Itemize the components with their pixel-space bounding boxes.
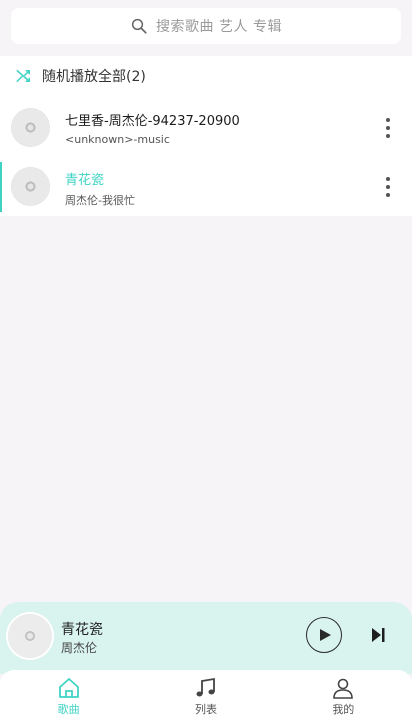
- tab-list[interactable]: 列表: [137, 670, 274, 720]
- more-dot-icon: [386, 126, 390, 130]
- album-disc-icon: [8, 614, 52, 658]
- tab-label: 我的: [332, 703, 355, 716]
- shuffle-all-button[interactable]: 随机播放全部(2): [0, 56, 412, 96]
- active-indicator: [0, 162, 2, 212]
- song-row[interactable]: 七里香-周杰伦-94237-20900 <unknown>-music: [0, 99, 412, 157]
- song-row-active[interactable]: 青花瓷 周杰伦-我很忙: [0, 158, 412, 216]
- search-bar[interactable]: 搜索歌曲 艺人 专辑: [11, 8, 401, 44]
- tab-label: 列表: [194, 703, 217, 716]
- song-subtitle: <unknown>-music: [65, 133, 170, 146]
- more-dot-icon: [386, 118, 390, 122]
- tab-songs[interactable]: 歌曲: [0, 670, 137, 720]
- tab-mine[interactable]: 我的: [275, 670, 412, 720]
- mini-player[interactable]: 青花瓷 周杰伦: [0, 602, 412, 674]
- song-subtitle: 周杰伦-我很忙: [65, 194, 135, 207]
- song-title: 七里香-周杰伦-94237-20900: [65, 114, 240, 129]
- more-dot-icon: [386, 177, 390, 181]
- top-area: 搜索歌曲 艺人 专辑: [0, 0, 412, 54]
- music-note-icon: [196, 677, 215, 697]
- search-placeholder: 搜索歌曲 艺人 专辑: [156, 19, 282, 35]
- more-dot-icon: [386, 134, 390, 138]
- play-icon: [320, 629, 331, 641]
- player-artist: 周杰伦: [61, 641, 98, 655]
- more-options-button[interactable]: [380, 174, 396, 200]
- player-song-title: 青花瓷: [61, 622, 103, 638]
- play-button[interactable]: [306, 617, 342, 653]
- more-dot-icon: [386, 193, 390, 197]
- search-icon: [131, 18, 147, 34]
- bottom-tab-bar: 歌曲 列表 我的: [0, 670, 412, 720]
- tab-label: 歌曲: [57, 703, 80, 716]
- disc-icon: [12, 109, 49, 146]
- home-icon: [58, 678, 79, 698]
- more-dot-icon: [386, 185, 390, 189]
- disc-icon: [12, 168, 49, 205]
- next-button[interactable]: [369, 626, 387, 644]
- shuffle-all-label: 随机播放全部(2): [42, 69, 146, 85]
- song-list-panel: 随机播放全部(2) 七里香-周杰伦-94237-20900 <unknown>-…: [0, 56, 412, 216]
- skip-next-icon: [372, 628, 385, 642]
- song-title: 青花瓷: [65, 173, 105, 188]
- person-icon: [333, 678, 354, 699]
- more-options-button[interactable]: [380, 115, 396, 141]
- shuffle-icon: [16, 70, 30, 82]
